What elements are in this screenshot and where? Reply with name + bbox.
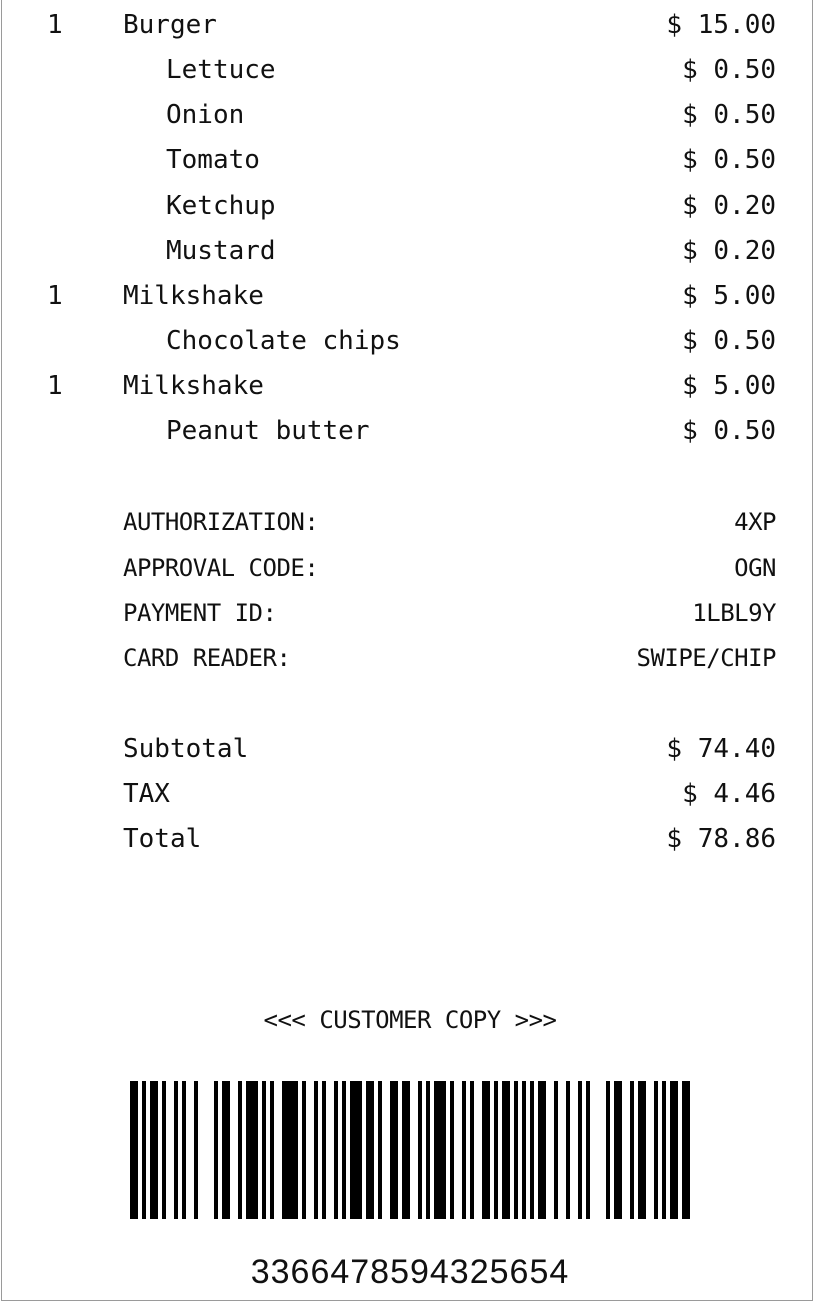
line-item: 1 Burger $ 15.00	[2, 5, 816, 45]
barcode-number: 3366478594325654	[250, 1253, 570, 1291]
total-label: Total	[123, 824, 202, 854]
item-qty: 1	[47, 281, 63, 311]
approval-code-row: APPROVAL CODE: OGN	[2, 548, 816, 588]
subtotal-label: Subtotal	[123, 734, 249, 764]
line-item-modifier: Tomato $ 0.50	[2, 140, 816, 180]
item-amount: $ 5.00	[682, 281, 776, 311]
customer-copy-label: <<< CUSTOMER COPY >>>	[263, 1006, 557, 1034]
authorization-value: 4XP	[734, 508, 776, 536]
approval-code-value: OGN	[734, 554, 776, 582]
card-reader-value: SWIPE/CHIP	[636, 644, 777, 672]
line-item-modifier: Ketchup $ 0.20	[2, 186, 816, 226]
line-item-modifier: Onion $ 0.50	[2, 95, 816, 135]
authorization-row: AUTHORIZATION: 4XP	[2, 502, 816, 542]
card-reader-row: CARD READER: SWIPE/CHIP	[2, 638, 816, 678]
modifier-name: Tomato	[166, 145, 260, 175]
item-amount: $ 5.00	[682, 371, 776, 401]
subtotal-value: $ 74.40	[666, 734, 776, 764]
payment-id-value: 1LBL9Y	[692, 599, 776, 627]
modifier-amount: $ 0.50	[682, 416, 776, 446]
modifier-amount: $ 0.50	[682, 145, 776, 175]
barcode	[130, 1081, 690, 1219]
tax-value: $ 4.46	[682, 779, 776, 809]
modifier-name: Peanut butter	[166, 416, 370, 446]
item-qty: 1	[47, 10, 63, 40]
modifier-amount: $ 0.50	[682, 326, 776, 356]
total-row: Total $ 78.86	[2, 819, 816, 859]
modifier-name: Chocolate chips	[166, 326, 401, 356]
subtotal-row: Subtotal $ 74.40	[2, 729, 816, 769]
receipt: 1 Burger $ 15.00 Lettuce $ 0.50 Onion $ …	[1, 0, 813, 1301]
line-item: 1 Milkshake $ 5.00	[2, 276, 816, 316]
payment-id-row: PAYMENT ID: 1LBL9Y	[2, 593, 816, 633]
modifier-amount: $ 0.20	[682, 191, 776, 221]
payment-id-label: PAYMENT ID:	[123, 599, 277, 627]
modifier-name: Lettuce	[166, 55, 276, 85]
line-item-modifier: Chocolate chips $ 0.50	[2, 321, 816, 361]
item-name: Milkshake	[123, 371, 264, 401]
line-item-modifier: Mustard $ 0.20	[2, 231, 816, 271]
modifier-name: Onion	[166, 100, 245, 130]
tax-label: TAX	[123, 779, 170, 809]
item-name: Burger	[123, 10, 217, 40]
approval-code-label: APPROVAL CODE:	[123, 554, 319, 582]
modifier-name: Mustard	[166, 236, 276, 266]
modifier-amount: $ 0.20	[682, 236, 776, 266]
item-name: Milkshake	[123, 281, 264, 311]
authorization-label: AUTHORIZATION:	[123, 508, 319, 536]
modifier-name: Ketchup	[166, 191, 276, 221]
modifier-amount: $ 0.50	[682, 100, 776, 130]
barcode-bars	[130, 1081, 690, 1219]
line-item: 1 Milkshake $ 5.00	[2, 366, 816, 406]
line-item-modifier: Lettuce $ 0.50	[2, 50, 816, 90]
tax-row: TAX $ 4.46	[2, 774, 816, 814]
card-reader-label: CARD READER:	[123, 644, 291, 672]
total-value: $ 78.86	[666, 824, 776, 854]
item-qty: 1	[47, 371, 63, 401]
item-amount: $ 15.00	[666, 10, 776, 40]
modifier-amount: $ 0.50	[682, 55, 776, 85]
line-item-modifier: Peanut butter $ 0.50	[2, 411, 816, 451]
